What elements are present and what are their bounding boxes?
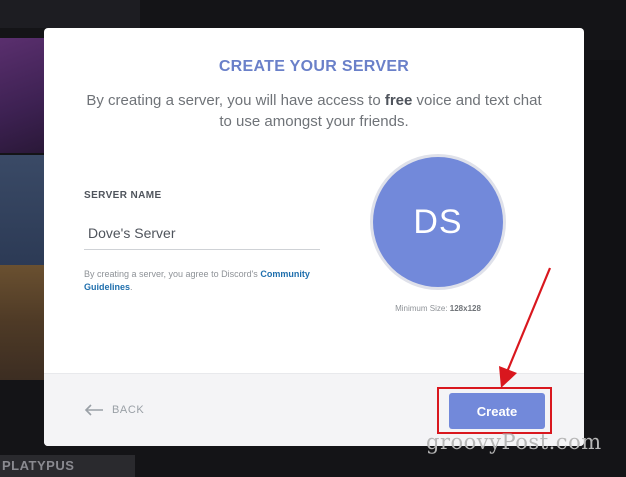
server-icon-upload[interactable]: DS — [373, 157, 503, 287]
background-panel — [583, 60, 626, 420]
guidelines-notice-text: By creating a server, you agree to Disco… — [84, 269, 258, 279]
background-thumbnail — [0, 38, 44, 153]
server-name-input[interactable] — [84, 216, 320, 250]
minimum-size-label: Minimum Size: — [395, 304, 450, 313]
background-panel — [0, 0, 140, 28]
background-partial-text: PLATYPUS — [2, 458, 75, 473]
background-thumbnail — [0, 265, 44, 380]
modal-title: CREATE YOUR SERVER — [218, 58, 410, 75]
minimum-size-hint: Minimum Size: 128x128 — [370, 304, 506, 313]
server-name-label: SERVER NAME — [84, 190, 162, 201]
guidelines-period: . — [130, 282, 133, 292]
create-button[interactable]: Create — [449, 393, 545, 429]
minimum-size-value: 128x128 — [449, 304, 481, 313]
create-server-modal: CREATE YOUR SERVER By creating a server,… — [44, 28, 584, 446]
back-arrow-icon — [84, 404, 103, 416]
description-text: By creating a server, you will have acce… — [86, 92, 385, 109]
modal-description: By creating a server, you will have acce… — [84, 90, 544, 132]
background-thumbnail — [0, 155, 44, 265]
description-bold-text: free — [384, 92, 413, 109]
server-icon-initials: DS — [413, 202, 463, 241]
guidelines-notice: By creating a server, you agree to Disco… — [84, 268, 334, 294]
back-button[interactable]: BACK — [84, 401, 144, 419]
back-label: BACK — [112, 404, 145, 416]
watermark: groovyPost.com — [426, 430, 602, 454]
